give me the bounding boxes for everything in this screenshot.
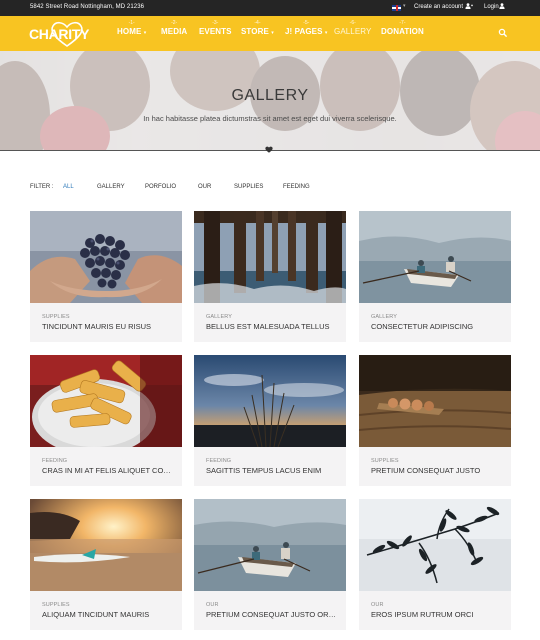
chevron-down-icon: ▾ [324,30,328,36]
card-category: GALLERY [206,314,232,320]
search-icon[interactable] [498,28,508,38]
card-category: GALLERY [371,314,397,320]
nav-label: EVENTS [199,27,232,36]
add-user-icon[interactable] [465,3,473,11]
gallery-image-surfboard[interactable] [30,499,182,591]
page-subtitle: In hac habitasse platea dictumstras sit … [143,114,397,123]
nav-events[interactable]: -3- EVENTS [199,20,232,36]
heart-icon [265,146,273,153]
gallery-card[interactable]: FEEDING SAGITTIS TEMPUS LACUS ENIM [194,355,346,486]
nav-store[interactable]: -4- STORE ▾ [241,20,274,36]
gallery-image-pier[interactable] [194,211,346,303]
gallery-card[interactable]: SUPPLIES ALIQUAM TINCIDUNT MAURIS [30,499,182,630]
card-category: SUPPLIES [42,314,70,320]
gallery-card[interactable]: GALLERY CONSECTETUR ADIPISCING [359,211,511,342]
card-title[interactable]: SAGITTIS TEMPUS LACUS ENIM [206,466,338,475]
card-title[interactable]: CRAS IN MI AT FELIS ALIQUET CONGUE [42,466,174,475]
card-category: FEEDING [206,458,232,464]
gallery-image-boat[interactable] [359,211,511,303]
nav-home[interactable]: -1- HOME ▾ [117,20,146,36]
gallery-image-olive-branch[interactable] [359,499,511,591]
nav-donation[interactable]: -7- DONATION [381,20,424,36]
nav-label: MEDIA [161,27,188,36]
nav-label: DONATION [381,27,424,36]
main-navbar: CHARITY -1- HOME ▾ -2- MEDIA -3- EVENTS … [0,16,540,51]
gallery-card[interactable]: FEEDING CRAS IN MI AT FELIS ALIQUET CONG… [30,355,182,486]
gallery-card[interactable]: GALLERY BELLUS EST MALESUADA TELLUS [194,211,346,342]
nav-number: -2- [171,20,178,26]
logo-text: CHARITY [29,26,90,42]
nav-label: STORE [241,27,269,36]
user-icon[interactable] [499,3,505,11]
nav-label: J! PAGES [285,27,323,36]
card-category: FEEDING [42,458,68,464]
gallery-card[interactable]: OUR PRETIUM CONSEQUAT JUSTO ORNARE [194,499,346,630]
card-category: OUR [371,602,384,608]
card-title[interactable]: CONSECTETUR ADIPISCING [371,322,503,331]
login-link[interactable]: Login [484,4,499,10]
card-title[interactable]: PRETIUM CONSEQUAT JUSTO [371,466,503,475]
nav-j-pages[interactable]: -5- J! PAGES ▾ [285,20,328,36]
filter-all[interactable]: ALL [63,184,74,190]
gallery-card[interactable]: OUR EROS IPSUM RUTRUM ORCI [359,499,511,630]
gallery-image-grapes[interactable] [30,211,182,303]
logo[interactable]: CHARITY [28,20,90,48]
nav-number: -4- [254,20,261,26]
gallery-card[interactable]: SUPPLIES TINCIDUNT MAURIS EU RISUS [30,211,182,342]
card-title[interactable]: ALIQUAM TINCIDUNT MAURIS [42,610,174,619]
card-category: SUPPLIES [371,458,399,464]
nav-number: -5- [303,20,310,26]
filter-porfolio[interactable]: PORFOLIO [145,184,176,190]
card-title[interactable]: EROS IPSUM RUTRUM ORCI [371,610,503,619]
nav-number: -7- [399,20,406,26]
card-category: SUPPLIES [42,602,70,608]
chevron-down-icon[interactable]: ▾ [403,3,406,9]
page-title: GALLERY [231,87,309,104]
language-flag-icon[interactable] [392,5,401,11]
card-category: OUR [206,602,219,608]
gallery-card[interactable]: SUPPLIES PRETIUM CONSEQUAT JUSTO [359,355,511,486]
card-title[interactable]: BELLUS EST MALESUADA TELLUS [206,322,338,331]
nav-media[interactable]: -2- MEDIA [161,20,187,36]
gallery-image-beads[interactable] [359,355,511,447]
address-text: 5842 Street Road Nottingham, MD 21236 [30,4,145,10]
gallery-image-grass-sunset[interactable] [194,355,346,447]
nav-number: -1- [128,20,135,26]
top-bar: 5842 Street Road Nottingham, MD 21236 ▾ … [0,0,540,16]
gallery-image-fries[interactable] [30,355,182,447]
chevron-down-icon: ▾ [271,30,274,36]
card-title[interactable]: TINCIDUNT MAURIS EU RISUS [42,322,174,331]
create-account-link[interactable]: Create an account [414,4,463,10]
filter-feeding[interactable]: FEEDING [283,184,310,190]
filter-label: FILTER : [30,184,54,190]
filter-gallery[interactable]: GALLERY [97,184,125,190]
chevron-down-icon: ▾ [143,30,147,36]
nav-label: GALLERY [334,27,372,36]
nav-gallery[interactable]: -6- GALLERY [334,20,371,36]
filter-our[interactable]: OUR [198,184,211,190]
nav-number: -6- [349,20,356,26]
filter-supplies[interactable]: SUPPLIES [234,184,263,190]
nav-label: HOME [117,27,142,36]
gallery-image-boat-2[interactable] [194,499,346,591]
nav-number: -3- [212,20,219,26]
card-title[interactable]: PRETIUM CONSEQUAT JUSTO ORNARE [206,610,338,619]
